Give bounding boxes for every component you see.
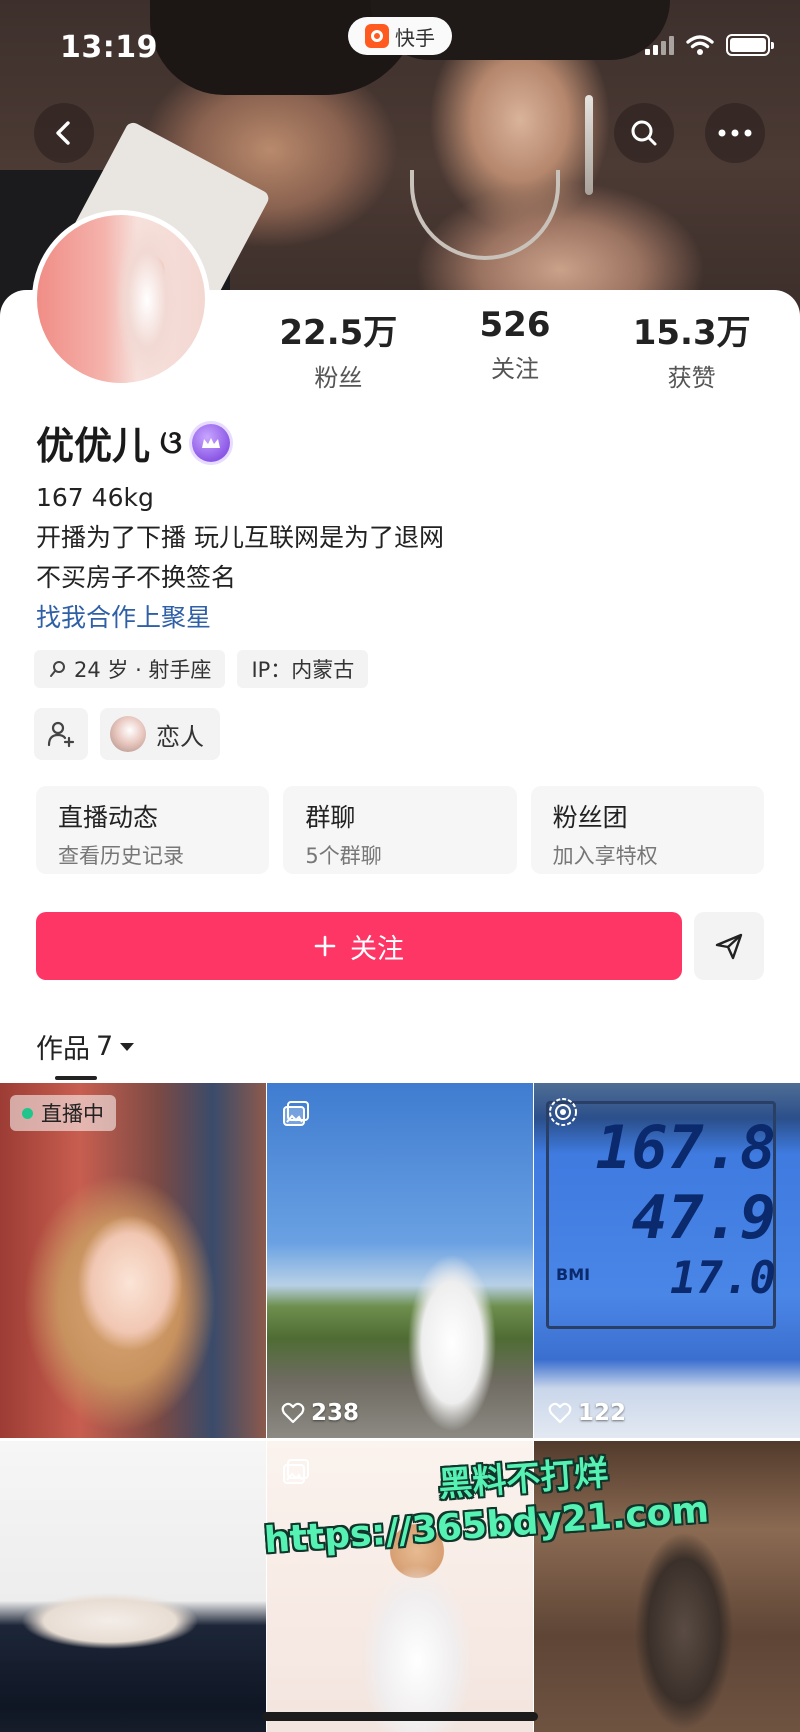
- tab-underline: [55, 1076, 97, 1080]
- works-count: 7: [96, 1031, 114, 1062]
- profile-name: 优优儿: [36, 424, 151, 468]
- stat-label: 获赞: [667, 364, 716, 392]
- ip-location-tag: IP：内蒙古: [237, 650, 369, 688]
- card-subtitle: 5个群聊: [305, 844, 382, 868]
- back-button[interactable]: [34, 103, 94, 163]
- card-subtitle: 查看历史记录: [58, 844, 184, 868]
- like-count: 238: [281, 1400, 359, 1426]
- crown-icon: [202, 437, 221, 448]
- level-badge-icon[interactable]: [192, 423, 231, 462]
- add-friend-button[interactable]: [34, 708, 88, 760]
- scale-reading-height: 167.8: [595, 1113, 776, 1183]
- cover-earring: [585, 95, 593, 195]
- work-tile[interactable]: 直播中: [0, 1083, 266, 1438]
- heart-icon: [548, 1402, 572, 1424]
- heart-icon: [281, 1402, 305, 1424]
- age-zodiac-text: 24 岁 · 射手座: [74, 658, 212, 682]
- follow-button[interactable]: 关注: [36, 912, 682, 980]
- work-tile[interactable]: [0, 1441, 266, 1732]
- search-button[interactable]: [614, 103, 674, 163]
- stat-likes[interactable]: 15.3万 获赞: [603, 305, 780, 393]
- feature-cards: 直播动态 查看历史记录 群聊 5个群聊 粉丝团 加入享特权: [36, 786, 764, 874]
- work-tile[interactable]: 238: [267, 1083, 533, 1438]
- stat-value: 15.3万: [632, 313, 751, 353]
- plus-icon: [314, 935, 336, 957]
- cellular-signal-icon: [645, 35, 674, 55]
- live-dot-icon: [22, 1107, 33, 1119]
- profile-tags: 24 岁 · 射手座 IP：内蒙古: [34, 650, 369, 688]
- message-share-button[interactable]: [694, 912, 764, 980]
- home-indicator[interactable]: [262, 1712, 538, 1721]
- app-name: 快手: [395, 25, 435, 50]
- ip-location-text: IP：内蒙古: [251, 658, 355, 682]
- bio-line: 不买房子不换签名: [36, 563, 237, 592]
- relation-label: 恋人: [156, 722, 204, 751]
- cover-necklace: [410, 170, 560, 260]
- profile-avatar[interactable]: [32, 210, 210, 388]
- live-badge-label: 直播中: [41, 1102, 104, 1126]
- more-dots-icon: [718, 129, 752, 137]
- card-subtitle: 加入享特权: [552, 844, 658, 868]
- profile-name-row: 优优儿 ଓ: [36, 415, 231, 470]
- follow-label: 关注: [350, 933, 404, 965]
- scale-bmi-label: BMI: [556, 1265, 591, 1284]
- search-icon: [631, 120, 657, 146]
- card-live-history[interactable]: 直播动态 查看历史记录: [36, 786, 270, 874]
- scale-reading-bmi: 17.0: [670, 1253, 776, 1304]
- work-tile[interactable]: 167.8 47.9 17.0 BMI 122: [534, 1083, 800, 1438]
- card-title: 直播动态: [58, 803, 159, 832]
- stat-label: 粉丝: [314, 364, 363, 392]
- age-zodiac-tag: 24 岁 · 射手座: [34, 650, 226, 688]
- relation-row: 恋人: [34, 708, 220, 760]
- bio-line: 开播为了下播 玩儿互联网是为了退网: [36, 523, 444, 552]
- works-tab-label: 作品: [36, 1034, 90, 1065]
- card-group-chat[interactable]: 群聊 5个群聊: [283, 786, 517, 874]
- chevron-left-icon: [56, 121, 70, 145]
- app-indicator-pill: 快手: [348, 17, 452, 55]
- relation-lover-chip[interactable]: 恋人: [100, 708, 220, 760]
- name-emoji: ଓ: [160, 423, 183, 461]
- status-icons: [645, 34, 774, 56]
- battery-icon: [726, 34, 774, 56]
- more-button[interactable]: [705, 103, 765, 163]
- bio-line: 167 46kg: [36, 483, 154, 512]
- caret-down-icon: [120, 1042, 135, 1051]
- status-time: 13:19: [60, 30, 158, 65]
- lover-avatar: [110, 716, 146, 752]
- photo-album-icon: [283, 1101, 309, 1126]
- profile-stats: 22.5万 粉丝 526 关注 15.3万 获赞: [250, 305, 780, 393]
- stat-following[interactable]: 526 关注: [427, 305, 604, 393]
- stat-followers[interactable]: 22.5万 粉丝: [250, 305, 427, 393]
- card-title: 粉丝团: [552, 803, 628, 832]
- stat-value: 22.5万: [279, 313, 398, 353]
- bio-cooperation-link[interactable]: 找我合作上聚星: [36, 598, 444, 638]
- live-badge: 直播中: [10, 1095, 116, 1131]
- works-grid: 直播中 238 167.8 47.9 17.0 BMI 122: [0, 1083, 800, 1732]
- wifi-icon: [686, 35, 714, 55]
- like-count: 122: [548, 1400, 626, 1426]
- profile-bio: 167 46kg 开播为了下播 玩儿互联网是为了退网 不买房子不换签名 找我合作…: [36, 478, 444, 638]
- target-icon: [549, 1098, 577, 1126]
- person-search-icon: [50, 661, 65, 677]
- send-icon: [715, 933, 743, 960]
- stat-label: 关注: [491, 355, 539, 383]
- card-title: 群聊: [305, 803, 356, 832]
- card-fan-club[interactable]: 粉丝团 加入享特权: [530, 786, 764, 874]
- stat-value: 526: [479, 305, 551, 345]
- like-count-value: 122: [578, 1400, 627, 1426]
- add-person-icon: [47, 721, 75, 748]
- like-count-value: 238: [311, 1400, 360, 1426]
- kuaishou-logo-icon: [365, 24, 389, 48]
- tab-works[interactable]: 作品 7: [36, 1027, 135, 1066]
- scale-reading-weight: 47.9: [631, 1183, 777, 1253]
